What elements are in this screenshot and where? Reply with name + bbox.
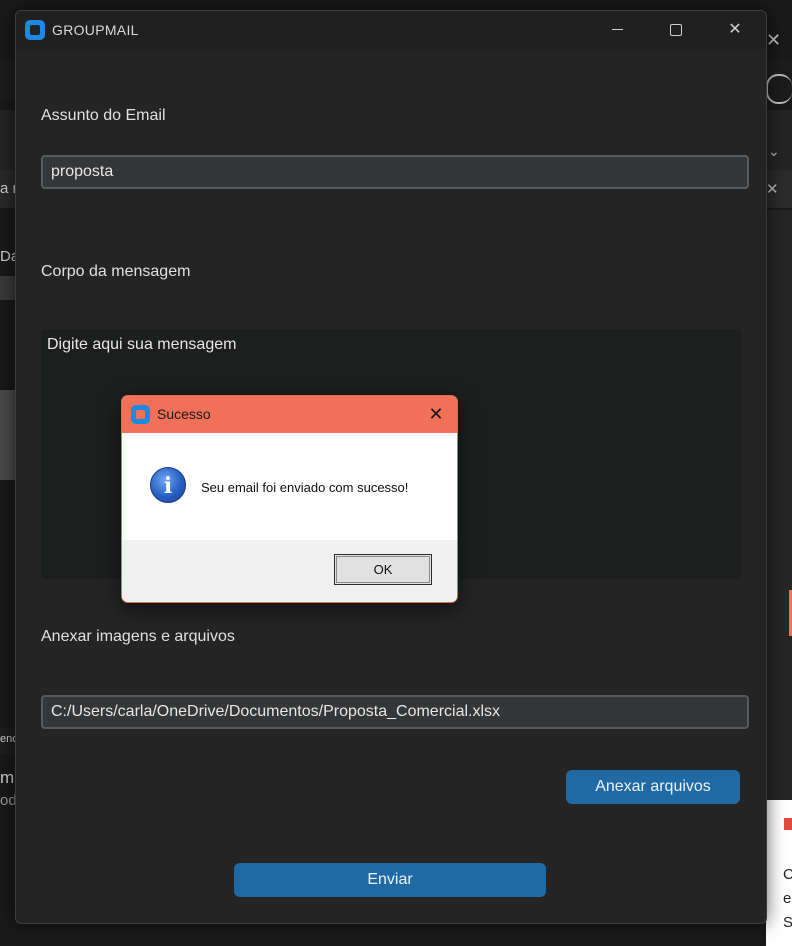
bg-block-2 (0, 390, 15, 480)
message-text: Digite aqui sua mensagem (47, 336, 237, 353)
attach-files-button[interactable]: Anexar arquivos (566, 770, 740, 804)
dialog-title-bar: Sucesso ✕ (122, 396, 457, 433)
close-icon: ✕ (428, 404, 444, 424)
bg-chevron-down-icon: ⌄ (768, 143, 780, 159)
body-label: Corpo da mensagem (41, 263, 191, 280)
maximize-icon (670, 24, 682, 36)
minimize-icon (612, 29, 623, 30)
app-icon (25, 20, 45, 40)
ok-button[interactable]: OK (334, 554, 432, 585)
attachments-label: Anexar imagens e arquivos (41, 628, 235, 645)
window-title: GROUPMAIL (52, 22, 139, 38)
dialog-title: Sucesso (157, 406, 211, 422)
title-bar: GROUPMAIL ✕ (16, 11, 766, 49)
bg-text-6: C (783, 866, 792, 883)
bg-close-icon: ✕ (766, 30, 782, 50)
bg-calendar-icon (784, 818, 792, 830)
bg-text-8: S (783, 914, 792, 931)
dialog-close-button[interactable]: ✕ (425, 403, 447, 425)
send-button[interactable]: Enviar (234, 863, 546, 897)
minimize-button[interactable] (589, 11, 647, 49)
dialog-app-icon (131, 405, 150, 424)
close-icon: ✕ (728, 21, 742, 38)
subject-label: Assunto do Email (41, 107, 166, 124)
bg-close-icon-2: ✕ (766, 181, 779, 198)
info-icon: i (150, 467, 186, 503)
bg-text-7: e (783, 890, 792, 907)
dialog-body: i Seu email foi enviado com sucesso! (122, 433, 457, 540)
dialog-footer: OK (122, 540, 457, 602)
bg-pill (766, 74, 792, 104)
attachment-path-input[interactable]: C:/Users/carla/OneDrive/Documentos/Propo… (41, 695, 749, 729)
maximize-button[interactable] (647, 11, 705, 49)
close-button[interactable]: ✕ (706, 11, 764, 49)
subject-input[interactable]: proposta (41, 155, 749, 189)
success-dialog: Sucesso ✕ i Seu email foi enviado com su… (121, 395, 458, 603)
bg-block (0, 276, 15, 300)
dialog-message: Seu email foi enviado com sucesso! (201, 480, 409, 495)
